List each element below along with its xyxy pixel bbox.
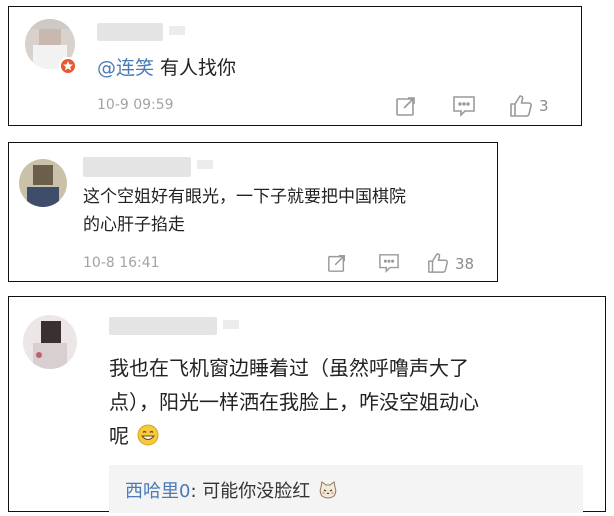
username[interactable] <box>97 23 185 41</box>
cat-emoji-icon <box>318 480 338 505</box>
avatar[interactable] <box>19 159 67 207</box>
reply-text: : 可能你没脸红 <box>190 481 311 502</box>
grin-emoji-icon <box>137 424 159 454</box>
comment-text-line-1: 这个空姐好有眼光，一下子就要把中国棋院 <box>83 187 406 207</box>
like-count: 3 <box>539 97 549 115</box>
comment-text-line-2: 的心肝子掐走 <box>83 215 185 235</box>
mention-link[interactable]: @连笑 <box>97 57 154 79</box>
comment-card-1: @连笑 有人找你 10-9 09:59 3 <box>8 6 582 126</box>
thumbs-up-icon[interactable] <box>427 252 449 278</box>
repost-icon[interactable] <box>327 253 347 277</box>
reply-comment-icon[interactable] <box>452 95 476 121</box>
comment-text-line-3: 呢 <box>109 421 159 454</box>
timestamp: 10-9 09:59 <box>97 97 174 113</box>
username[interactable] <box>83 157 213 177</box>
comment-body: 有人找你 <box>154 57 237 79</box>
avatar[interactable] <box>23 315 77 369</box>
username[interactable] <box>109 317 239 335</box>
reply-box[interactable]: 西哈里0: 可能你没脸红 <box>109 465 583 513</box>
reply-username[interactable]: 西哈里0 <box>125 481 190 502</box>
reply-line: 西哈里0: 可能你没脸红 <box>125 477 338 505</box>
comment-text-line-1: 我也在飞机窗边睡着过（虽然呼噜声大了 <box>109 356 469 380</box>
comment-card-2: 这个空姐好有眼光，一下子就要把中国棋院 的心肝子掐走 10-8 16:41 38 <box>8 142 498 282</box>
comment-card-3: 我也在飞机窗边睡着过（虽然呼噜声大了 点），阳光一样洒在我脸上，咋没空姐动心 呢… <box>8 296 606 513</box>
like-count: 38 <box>455 255 475 273</box>
repost-icon[interactable] <box>395 95 417 121</box>
reply-comment-icon[interactable] <box>378 253 400 277</box>
thumbs-up-icon[interactable] <box>509 94 533 122</box>
verified-badge-icon <box>59 57 77 75</box>
comment-text-tail: 呢 <box>109 424 129 448</box>
comment-text: @连笑 有人找你 <box>97 55 236 83</box>
comment-text-line-2: 点），阳光一样洒在我脸上，咋没空姐动心 <box>109 390 479 414</box>
timestamp: 10-8 16:41 <box>83 255 160 271</box>
